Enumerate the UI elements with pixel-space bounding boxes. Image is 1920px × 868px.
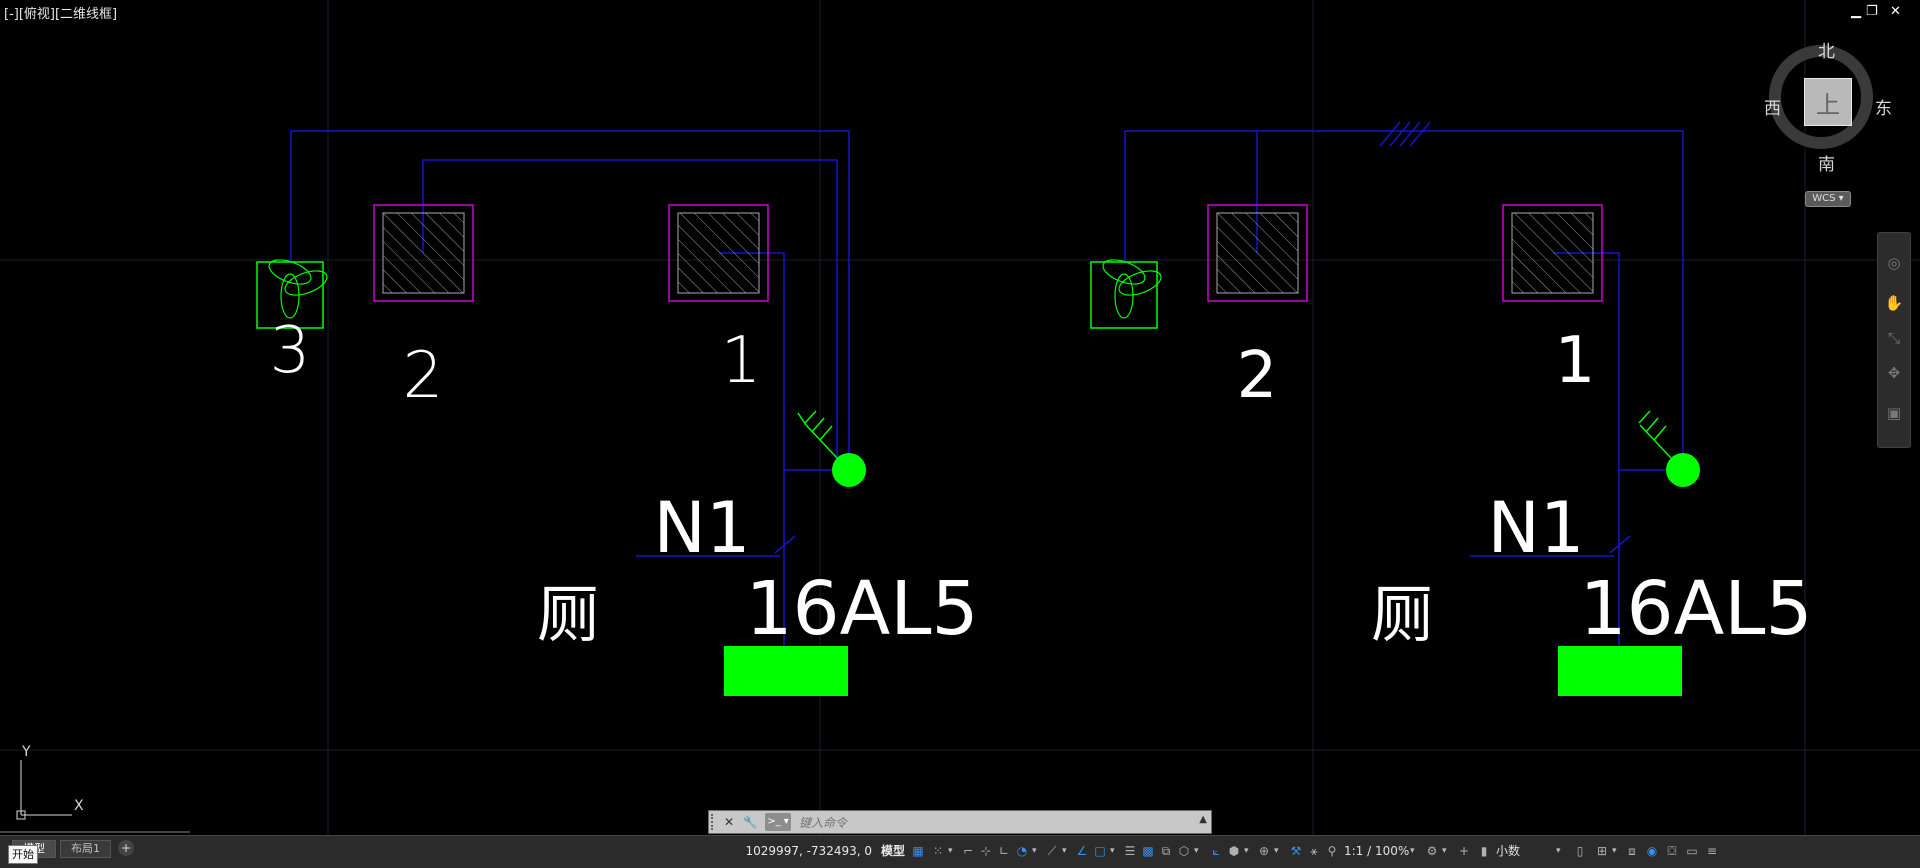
close-icon[interactable]: ✕ — [1890, 4, 1901, 19]
left-fan-text: 厕 — [537, 578, 599, 651]
3d-osnap-dropdown-icon[interactable]: ▾ — [1194, 842, 1199, 860]
orbit-icon[interactable]: ✥ — [1884, 363, 1904, 383]
tab-layout1[interactable]: 布局1 — [60, 840, 111, 858]
gizmo-icon[interactable]: ⊕ — [1256, 842, 1272, 860]
annotation-scale-value[interactable]: 1:1 / 100% — [1344, 842, 1409, 860]
ortho-icon[interactable]: ∟ — [996, 842, 1012, 860]
workspace-gear-icon[interactable]: ⚙ — [1424, 842, 1440, 860]
gizmo-dropdown-icon[interactable]: ▾ — [1274, 842, 1279, 860]
ucs-x-label: X — [74, 798, 84, 814]
right-label-1: 1 — [1555, 324, 1596, 398]
drawing-canvas[interactable]: 3 2 1 N1 厕 16AL5 2 1 N1 厕 16AL5 — [0, 0, 1920, 835]
command-line: ✕ 🔧 >_ ▾ ▲ — [708, 810, 1212, 834]
viewcube-top-face[interactable]: 上 — [1804, 78, 1852, 126]
zoom-extents-icon[interactable]: ⤡ — [1884, 328, 1904, 348]
dynamic-input-icon[interactable]: ⊹ — [978, 842, 994, 860]
polar-dropdown-icon[interactable]: ▾ — [1032, 842, 1037, 860]
left-circuit-group: 3 2 1 N1 厕 16AL5 — [256, 130, 979, 696]
quick-properties-icon[interactable]: ▯ — [1572, 842, 1588, 860]
right-switch-icon[interactable] — [1638, 410, 1700, 487]
scale-dropdown-icon[interactable]: ▾ — [1410, 842, 1415, 860]
workspace-dropdown-icon[interactable]: ▾ — [1442, 842, 1447, 860]
grid-lines — [0, 0, 1920, 835]
lineweight-icon[interactable]: ☰ — [1122, 842, 1138, 860]
model-space-button[interactable]: 模型 — [878, 841, 908, 861]
selection-cycling-icon[interactable]: ⧉ — [1158, 842, 1174, 860]
lock-ui-icon[interactable]: ⊞ — [1594, 842, 1610, 860]
pan-hand-icon[interactable]: ✋ — [1884, 293, 1904, 313]
ucs-y-label: Y — [22, 744, 31, 760]
units-dropdown-icon[interactable]: ▾ — [1556, 842, 1561, 860]
wcs-menu-button[interactable]: WCS ▾ — [1805, 191, 1851, 207]
navigation-bar: ◎ ✋ ⤡ ✥ ▣ — [1877, 232, 1911, 448]
annotation-scale-icon[interactable]: ⚲ — [1324, 842, 1340, 860]
ucs-axis-icon — [0, 760, 190, 833]
right-distribution-panel[interactable] — [1558, 646, 1682, 696]
left-panel-code: 16AL5 — [745, 566, 978, 652]
steering-wheel-icon[interactable]: ◎ — [1884, 253, 1904, 273]
add-layout-button[interactable]: + — [118, 840, 134, 856]
clean-screen-icon[interactable]: ⛋ — [1664, 842, 1680, 860]
left-label-3: 3 — [270, 314, 311, 388]
command-settings-icon[interactable]: 🔧 — [741, 813, 759, 831]
right-panel-code: 16AL5 — [1579, 566, 1812, 652]
infer-constraints-icon[interactable]: ⌐ — [960, 842, 976, 860]
right-fixture-2-icon[interactable] — [1207, 204, 1308, 302]
snap-dropdown-icon[interactable]: ▾ — [948, 842, 953, 860]
restore-icon[interactable]: ❐ — [1866, 4, 1878, 19]
object-snap-icon[interactable]: □ — [1092, 842, 1108, 860]
compass-north[interactable]: 北 — [1818, 37, 1835, 62]
right-feeder-label: N1 — [1488, 487, 1585, 569]
units-value[interactable]: 小数 — [1496, 842, 1520, 860]
left-switch-icon[interactable] — [797, 410, 866, 487]
3d-osnap-icon[interactable]: ⬡ — [1176, 842, 1192, 860]
isodraft-icon[interactable]: ⟋ — [1044, 842, 1060, 860]
annotation-visibility-icon[interactable]: ⚒ — [1288, 842, 1304, 860]
coordinate-readout[interactable]: 1029997, -732493, 0 — [720, 842, 872, 860]
left-distribution-panel[interactable] — [724, 646, 848, 696]
right-circuit-group: 2 1 N1 厕 16AL5 — [1090, 121, 1813, 696]
units-icon[interactable]: ▮ — [1476, 842, 1492, 860]
polar-tracking-icon[interactable]: ◔ — [1014, 842, 1030, 860]
command-grip-handle[interactable] — [711, 814, 719, 830]
selection-filter-icon[interactable]: ⬢ — [1226, 842, 1242, 860]
snap-icon[interactable]: ⁙ — [930, 842, 946, 860]
showmotion-icon[interactable]: ▣ — [1884, 403, 1904, 423]
auto-scale-icon[interactable]: ⚹ — [1306, 842, 1322, 860]
isolate-objects-icon[interactable]: ⧈ — [1624, 842, 1640, 860]
right-label-2: 2 — [1237, 339, 1278, 413]
viewcube[interactable]: 上 北 南 东 西 WCS ▾ — [1764, 35, 1895, 207]
lock-ui-dropdown-icon[interactable]: ▾ — [1612, 842, 1617, 860]
left-feeder-label: N1 — [654, 487, 751, 569]
annotation-monitor-icon[interactable]: + — [1456, 842, 1472, 860]
right-fixture-1-icon[interactable] — [1502, 204, 1603, 302]
object-snap-tracking-icon[interactable]: ∠ — [1074, 842, 1090, 860]
command-close-icon[interactable]: ✕ — [720, 813, 738, 831]
start-tooltip: 开始 — [8, 845, 38, 864]
compass-west[interactable]: 西 — [1764, 94, 1781, 119]
viewport-controls-label[interactable]: [-][俯视][二维线框] — [4, 3, 117, 22]
command-prompt-button[interactable]: >_ ▾ — [765, 813, 791, 831]
command-history-icon[interactable]: ▲ — [1199, 814, 1207, 825]
compass-south[interactable]: 南 — [1818, 150, 1835, 175]
compass-east[interactable]: 东 — [1875, 94, 1892, 119]
isodraft-dropdown-icon[interactable]: ▾ — [1062, 842, 1067, 860]
left-label-2: 2 — [403, 339, 444, 413]
full-screen-icon[interactable]: ▭ — [1684, 842, 1700, 860]
right-fan-text: 厕 — [1371, 578, 1433, 651]
grid-icon[interactable]: ▦ — [910, 842, 926, 860]
left-fixture-2-icon[interactable] — [373, 204, 474, 302]
left-label-1: 1 — [721, 324, 762, 398]
transparency-icon[interactable]: ▩ — [1140, 842, 1156, 860]
minimize-icon[interactable]: ▁ — [1851, 4, 1861, 19]
status-toolbar: 1029997, -732493, 0 模型 ▦ ⁙ ▾ ⌐ ⊹ ∟ ◔ ▾ ⟋… — [720, 838, 1920, 864]
customize-menu-icon[interactable]: ≡ — [1704, 842, 1720, 860]
left-fixture-1-icon[interactable] — [668, 204, 769, 302]
command-input[interactable] — [797, 813, 1191, 833]
selection-filter-dropdown-icon[interactable]: ▾ — [1244, 842, 1249, 860]
hardware-acceleration-icon[interactable]: ◉ — [1644, 842, 1660, 860]
osnap-dropdown-icon[interactable]: ▾ — [1110, 842, 1115, 860]
dynamic-ucs-icon[interactable]: ⟀ — [1208, 842, 1224, 860]
right-exhaust-fan-icon[interactable] — [1090, 255, 1164, 329]
